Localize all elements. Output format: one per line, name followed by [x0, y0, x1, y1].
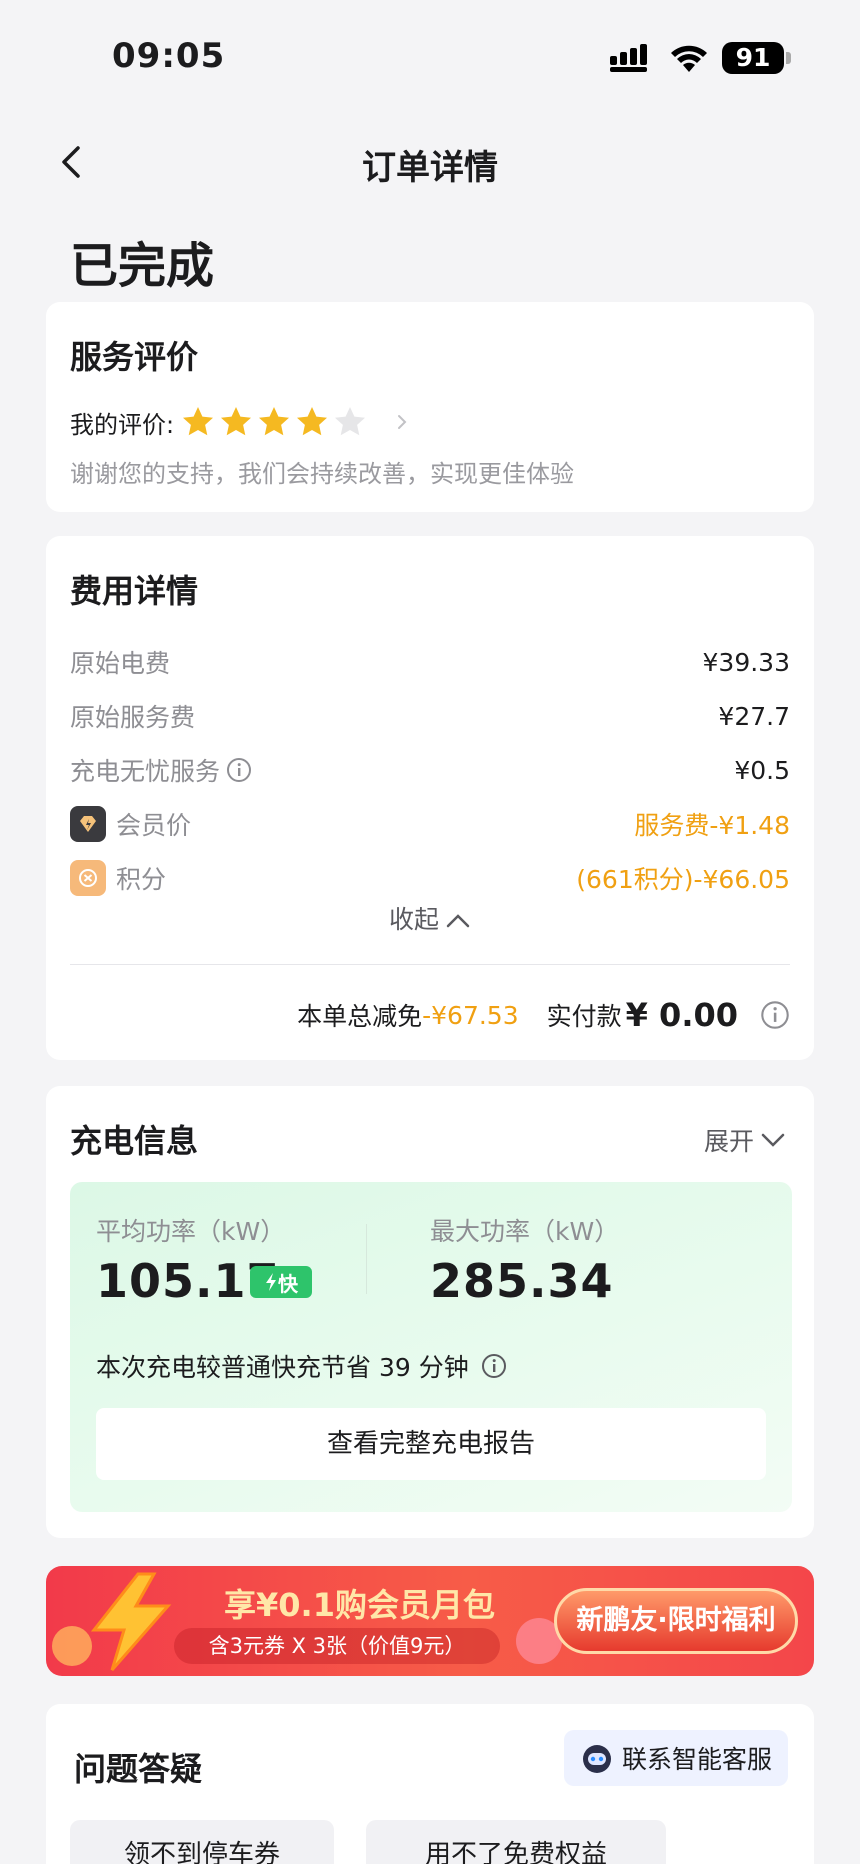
paid-label: 实付款: [546, 1002, 622, 1031]
time-saving-text: 本次充电较普通快充节省 39 分钟: [96, 1353, 469, 1382]
fee-row-worry-free: 充电无忧服务 ¥0.5: [70, 750, 790, 790]
order-status: 已完成: [70, 238, 215, 294]
fee-value: 服务费-¥1.48: [634, 811, 790, 840]
page-title: 订单详情: [362, 148, 498, 188]
fee-value: ¥0.5: [734, 755, 790, 785]
charging-info-card: 充电信息 展开 平均功率（kW） 105.17 快 最大功率（kW） 285.3…: [46, 1086, 814, 1538]
chevron-right-icon: [398, 415, 407, 429]
star-filled-icon[interactable]: [256, 404, 292, 440]
fee-label: 原始服务费: [70, 703, 196, 732]
fee-row-member-price: 会员价 服务费-¥1.48: [70, 804, 790, 844]
fast-charge-badge: 快: [250, 1266, 312, 1298]
info-icon[interactable]: [226, 757, 252, 783]
fee-label: 积分: [116, 865, 167, 894]
max-power-label: 最大功率（kW）: [430, 1217, 620, 1246]
my-rating-label: 我的评价:: [70, 410, 175, 439]
status-bar: 09:05 91: [0, 0, 860, 110]
faq-card: 问题答疑 联系智能客服 领不到停车券 用不了免费权益: [46, 1704, 814, 1864]
time-saving-row: 本次充电较普通快充节省 39 分钟: [96, 1348, 507, 1384]
contact-support-button[interactable]: 联系智能客服: [563, 1730, 788, 1786]
status-time: 09:05: [112, 36, 226, 76]
star-filled-icon[interactable]: [294, 404, 330, 440]
rating-stars: [180, 404, 370, 440]
total-discount-label: 本单总减免: [297, 1002, 423, 1031]
faq-chip-free-benefits[interactable]: 用不了免费权益: [366, 1820, 666, 1864]
service-rating-title: 服务评价: [70, 338, 199, 376]
faq-title: 问题答疑: [74, 1750, 203, 1788]
fee-label: 充电无忧服务: [70, 757, 221, 786]
expand-charging-toggle[interactable]: 展开: [704, 1122, 786, 1158]
lightning-icon: [266, 1273, 276, 1291]
collapse-label: 收起: [388, 905, 439, 934]
collapse-fees-toggle[interactable]: 收起: [46, 900, 814, 936]
fee-label: 原始电费: [70, 649, 171, 678]
member-diamond-icon: [70, 806, 106, 842]
promo-cta-pill[interactable]: 新鹏友·限时福利: [554, 1588, 798, 1654]
charging-info-title: 充电信息: [70, 1122, 199, 1160]
cellular-signal-icon: [610, 44, 647, 72]
info-icon[interactable]: [481, 1353, 507, 1379]
battery-tip: [786, 52, 791, 64]
fee-row-electricity: 原始电费 ¥39.33: [70, 642, 790, 682]
lightning-bolt-icon: [90, 1572, 172, 1671]
paid-amount: ¥ 0.00: [625, 996, 738, 1034]
fee-value: ¥39.33: [702, 647, 790, 677]
my-rating-row[interactable]: 我的评价:: [70, 402, 410, 442]
metric-divider: [366, 1224, 367, 1294]
faq-chip-parking-coupon[interactable]: 领不到停车券: [70, 1820, 334, 1864]
chevron-up-icon: [446, 914, 470, 928]
promo-subtext: 含3元券 X 3张（价值9元）: [174, 1628, 500, 1664]
charging-metrics-panel: 平均功率（kW） 105.17 快 最大功率（kW） 285.34 本次充电较普…: [70, 1182, 792, 1512]
fee-row-points: 积分 (661积分)-¥66.05: [70, 858, 790, 898]
points-coin-icon: [70, 860, 106, 896]
star-filled-icon[interactable]: [180, 404, 216, 440]
fee-value: ¥27.7: [718, 701, 790, 731]
fee-row-service: 原始服务费 ¥27.7: [70, 696, 790, 736]
chevron-down-icon: [761, 1133, 785, 1147]
nav-bar: 订单详情: [0, 120, 860, 204]
membership-promo-banner[interactable]: 享¥0.1购会员月包 含3元券 X 3张（价值9元） 新鹏友·限时福利: [46, 1566, 814, 1676]
star-empty-icon[interactable]: [332, 404, 368, 440]
expand-label: 展开: [703, 1127, 754, 1156]
max-power-value: 285.34: [430, 1254, 614, 1308]
promo-headline: 享¥0.1购会员月包: [224, 1586, 495, 1624]
star-filled-icon[interactable]: [218, 404, 254, 440]
contact-support-label: 联系智能客服: [621, 1745, 772, 1774]
fast-badge-label: 快: [278, 1271, 298, 1296]
rating-thanks-text: 谢谢您的支持，我们会持续改善，实现更佳体验: [70, 460, 574, 488]
robot-assistant-icon: [582, 1745, 611, 1773]
total-discount-value: -¥67.53: [422, 1000, 519, 1030]
fee-details-card: 费用详情 原始电费 ¥39.33 原始服务费 ¥27.7 充电无忧服务 ¥0.5…: [46, 536, 814, 1060]
total-row: 本单总减免 -¥67.53 实付款 ¥ 0.00: [297, 996, 790, 1034]
fee-label: 会员价: [116, 811, 192, 840]
service-rating-card: 服务评价 我的评价: 谢谢您的支持，我们会持续改善，实现更佳体验: [46, 302, 814, 512]
divider: [70, 964, 790, 965]
avg-power-label: 平均功率（kW）: [96, 1217, 286, 1246]
view-full-report-button[interactable]: 查看完整充电报告: [96, 1408, 766, 1480]
battery-indicator: 91: [722, 42, 784, 74]
wifi-icon: [671, 45, 707, 72]
info-icon[interactable]: [760, 1000, 790, 1030]
back-arrow-icon[interactable]: [52, 140, 92, 184]
fee-details-title: 费用详情: [70, 572, 199, 610]
fee-value: (661积分)-¥66.05: [576, 865, 790, 894]
